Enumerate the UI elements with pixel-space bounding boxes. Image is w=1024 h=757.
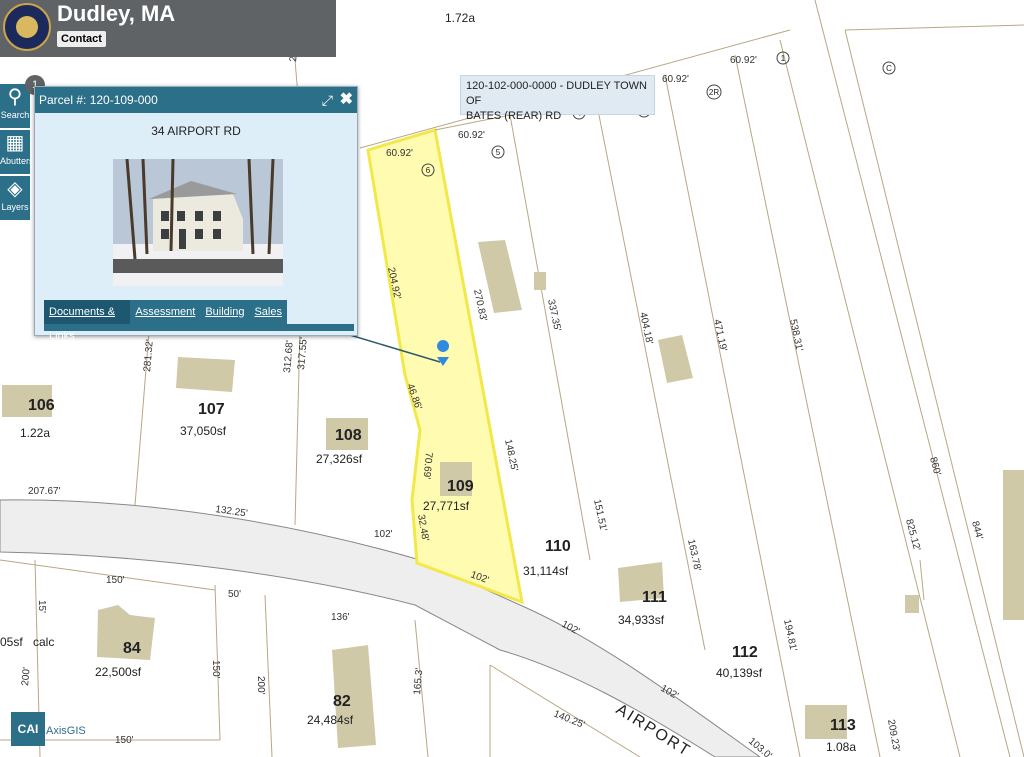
lot-marker-6: 6	[426, 166, 431, 175]
dimension-label: 60.92'	[386, 148, 413, 159]
town-seal-logo	[3, 3, 51, 51]
parcel-label-112: 112	[732, 644, 758, 661]
calc-label: calc	[33, 635, 54, 649]
parcel-area-110: 31,114sf	[523, 564, 569, 578]
dimension-label: 163.78'	[685, 538, 703, 572]
parcel-area-106: 1.22a	[20, 426, 50, 440]
dimension-label: 200'	[255, 676, 266, 695]
dimension-label: 151.51'	[591, 498, 609, 532]
tooltip-line-1: 120-102-000-0000 - DUDLEY TOWN OF	[466, 80, 647, 107]
dimension-label: 102'	[374, 529, 393, 540]
parcel-label-111: 111	[642, 589, 667, 606]
dimension-label: 60.92'	[458, 130, 485, 141]
expand-icon[interactable]: ⤢	[322, 87, 333, 113]
dimension-label: 471.19'	[711, 318, 729, 352]
app-header: Dudley, MA Contact	[0, 0, 336, 57]
dimension-label: 207.67'	[28, 486, 61, 497]
parcel-hover-tooltip: 120-102-000-0000 - DUDLEY TOWN OF BATES …	[460, 75, 655, 122]
parcel-area-108: 27,326sf	[316, 452, 363, 466]
dimension-label: 312.68'	[282, 340, 296, 373]
tab-assessment[interactable]: Assessment	[130, 300, 200, 324]
dimension-label: 194.81'	[781, 618, 799, 652]
parcel-area-111: 34,933sf	[618, 613, 665, 627]
parcel-label-84: 84	[123, 640, 141, 657]
cai-logo: CAI	[11, 712, 45, 746]
popup-header: Parcel #: 120-109-000 ⤢ ✖	[35, 87, 357, 113]
dimension-label: 140.25'	[552, 709, 586, 731]
tab-documents-links[interactable]: Documents & Links	[44, 300, 131, 342]
tooltip-line-2: BATES (REAR) RD	[466, 110, 562, 122]
parcel-label-109: 109	[447, 478, 474, 495]
parcel-address: 34 AIRPORT RD	[151, 124, 241, 138]
dimension-label: 150'	[115, 735, 134, 746]
contact-button[interactable]: Contact	[57, 31, 106, 47]
dimension-label: 136'	[331, 612, 350, 623]
parcel-area-top: 1.72a	[445, 11, 475, 25]
dimension-label: 404.18'	[637, 311, 655, 345]
layers-tool-label: Layers	[1, 202, 29, 212]
abutters-tool-label: Abutters	[0, 156, 34, 166]
lot-marker-2r: 2R	[709, 88, 719, 97]
layers-icon: ◈	[7, 178, 23, 200]
search-tool-label: Search	[0, 110, 30, 120]
popup-resize-bar[interactable]	[44, 324, 354, 331]
parcel-label-110: 110	[545, 538, 571, 555]
dimension-label: 270.83'	[471, 288, 489, 322]
lot-marker-5: 5	[496, 148, 501, 157]
partial-area-label: 05sf	[0, 635, 23, 649]
abutters-icon: ▦	[5, 132, 25, 154]
close-icon[interactable]: ✖	[340, 87, 353, 113]
lot-marker-1: 1	[781, 54, 786, 63]
search-tool-button[interactable]: ⚲ Search	[0, 84, 30, 128]
parcel-area-112: 40,139sf	[716, 666, 763, 680]
parcel-area-109: 27,771sf	[423, 499, 470, 513]
dimension-label: 150'	[106, 575, 125, 586]
popup-title: Parcel #: 120-109-000	[39, 93, 158, 107]
dimension-label: 200'	[20, 667, 33, 687]
parcel-label-82: 82	[333, 693, 351, 710]
dimension-label: 860'	[927, 456, 942, 477]
dimension-label: 148.25'	[502, 438, 520, 472]
axisgis-logo-text: AxisGIS	[46, 725, 86, 737]
dimension-label: 281.32'	[142, 339, 156, 372]
abutters-tool-button[interactable]: ▦ Abutters	[0, 130, 34, 174]
dimension-label: 15'	[36, 600, 47, 613]
dimension-label: 844'	[969, 520, 984, 541]
parcel-area-84: 22,500sf	[95, 665, 142, 679]
parcel-area-82: 24,484sf	[307, 713, 354, 727]
parcel-label-113: 113	[830, 717, 856, 734]
layers-tool-button[interactable]: ◈ Layers	[0, 176, 30, 220]
dimension-label: 150'	[210, 660, 221, 679]
dimension-label: 825.12'	[903, 518, 922, 552]
dimension-label: 209.23'	[885, 719, 901, 753]
parcel-area-107: 37,050sf	[180, 424, 227, 438]
parcel-label-108: 108	[335, 427, 362, 444]
popup-tabs: Documents & Links Assessment Building Sa…	[44, 300, 287, 342]
town-title: Dudley, MA	[57, 1, 176, 26]
parcel-area-113: 1.08a	[826, 740, 856, 754]
parcel-label-107: 107	[198, 401, 225, 418]
tab-sales[interactable]: Sales	[249, 300, 287, 324]
dimension-label: 70.69'	[421, 452, 434, 480]
dimension-label: 60.92'	[730, 55, 757, 66]
property-photo[interactable]	[113, 159, 283, 286]
lot-marker-c: C	[886, 64, 892, 73]
dimension-label: 60.92'	[662, 74, 689, 85]
parcel-popup[interactable]: Parcel #: 120-109-000 ⤢ ✖ 34 AIRPORT RD …	[34, 86, 358, 342]
dimension-label: 538.31'	[787, 318, 805, 352]
dimension-label: 317.55'	[296, 337, 310, 370]
dimension-label: 50'	[228, 589, 241, 600]
tab-building[interactable]: Building	[200, 300, 249, 324]
parcel-label-106: 106	[28, 397, 55, 414]
dimension-label: 165.3'	[412, 667, 425, 695]
